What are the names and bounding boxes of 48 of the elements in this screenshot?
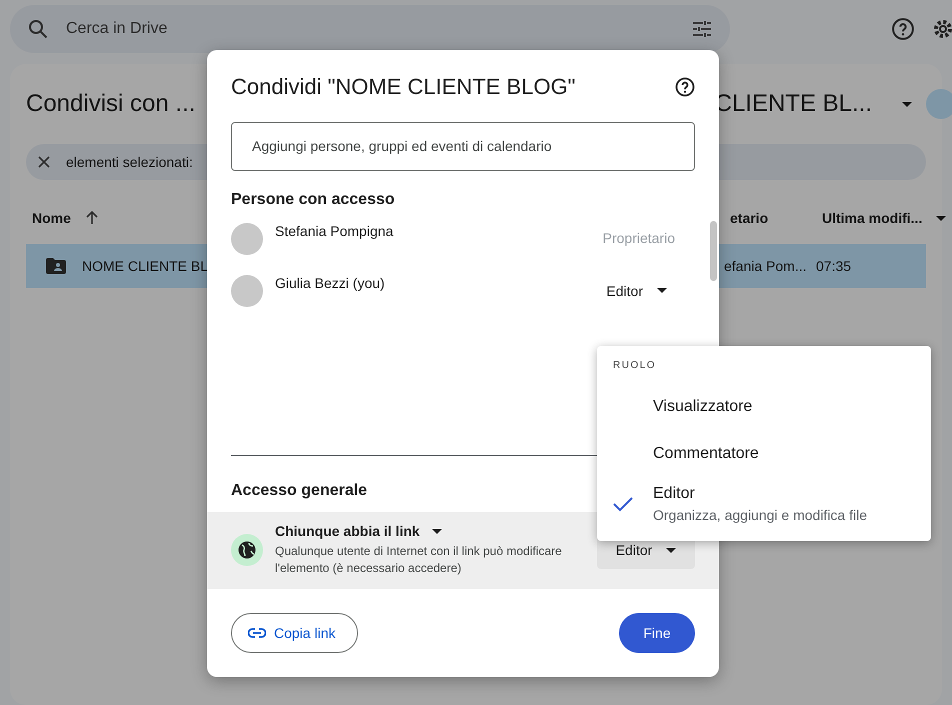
page-title: Condivisi con ... [26, 90, 196, 118]
column-header[interactable]: etario [730, 210, 768, 226]
search-icon [28, 19, 48, 39]
check-icon [613, 496, 633, 512]
menu-item-label: Visualizzatore [653, 398, 752, 416]
globe-icon [231, 534, 263, 566]
menu-heading: RUOLO [612, 360, 658, 373]
menu-item[interactable]: Visualizzatore [597, 383, 931, 430]
person-name: Giulia Bezzi (you) [275, 274, 385, 291]
search-placeholder: Cerca in Drive [66, 20, 168, 38]
scrollbar-thumb[interactable] [710, 220, 717, 281]
dialog-title: Condividi "NOME CLIENTE BLOG" [231, 74, 576, 100]
access-scope-dropdown[interactable]: Chiunque abbia il link [275, 523, 585, 540]
person-name: Stefania Pompigna [275, 222, 394, 239]
settings-icon[interactable] [932, 18, 952, 40]
avatar [231, 222, 263, 255]
caret-icon [936, 216, 946, 220]
add-people-field[interactable]: Aggiungi persone, gruppi ed eventi di calendario [231, 122, 695, 171]
caret-icon [902, 102, 912, 106]
sort-up-arrow-icon[interactable] [84, 211, 99, 225]
section-heading: Accesso generale [230, 480, 368, 500]
table-cell: NOME CLIENTE BL [82, 258, 208, 274]
role-dropdown[interactable]: Editor [606, 278, 667, 303]
help-icon[interactable] [892, 18, 914, 40]
table-cell: 07:35 [816, 258, 852, 274]
help-icon[interactable] [675, 77, 695, 97]
role-label: Proprietario [602, 230, 675, 246]
filter-sliders-icon[interactable] [692, 20, 712, 38]
caret-icon [432, 528, 442, 534]
link-icon [248, 628, 266, 638]
done-button[interactable]: Fine [619, 613, 695, 653]
section-heading: Persone con accesso [230, 190, 396, 210]
close-icon[interactable] [38, 156, 50, 168]
table-cell-text: efania Pom... [724, 258, 808, 274]
menu-item[interactable]: Editor Organizza, aggiungi e modifica file [597, 477, 931, 531]
search-field[interactable]: Cerca in Drive [10, 5, 730, 53]
menu-item-description: Organizza, aggiungi e modifica file [653, 507, 868, 523]
avatar [231, 274, 263, 307]
selection-text: elementi selezionati: [66, 154, 193, 170]
column-header[interactable]: Nome [32, 210, 71, 226]
menu-item-label: Editor [653, 485, 696, 503]
copy-link-button[interactable]: Copia link [231, 613, 358, 653]
caret-icon [666, 548, 676, 553]
access-description: Qualunque utente di Internet con il link può modificare l'elemento (è necessario accedere) [275, 543, 563, 578]
menu-item[interactable]: Commentatore [597, 430, 931, 477]
menu-item-label: Commentatore [653, 444, 759, 462]
column-header[interactable]: Ultima modifi... [822, 210, 922, 226]
shared-folder-icon [46, 258, 66, 274]
